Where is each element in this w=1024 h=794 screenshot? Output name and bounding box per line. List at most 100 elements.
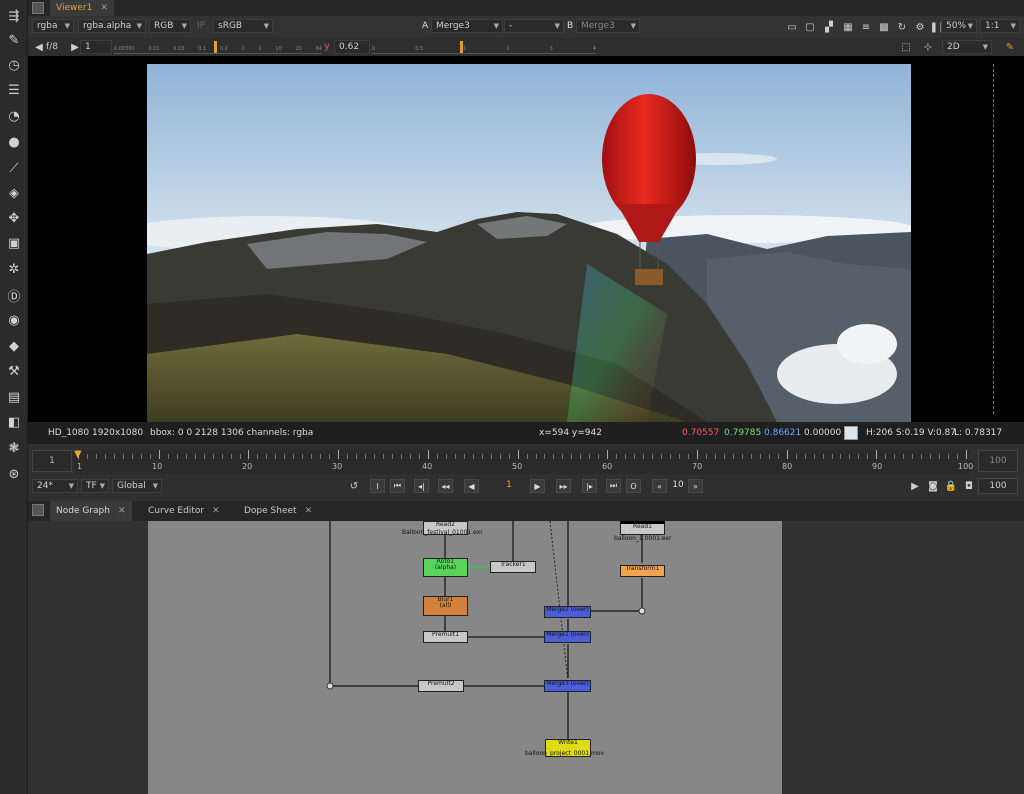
node-merge2[interactable]: Merge2 (over)	[544, 606, 591, 618]
skip-forward-icon[interactable]: »	[688, 479, 703, 493]
out-point-icon[interactable]: O	[626, 479, 641, 493]
next-frame-icon[interactable]: ▸▸	[556, 479, 571, 493]
end-frame-out-field[interactable]: 100	[978, 478, 1018, 494]
draw-icon[interactable]: ✎	[4, 30, 24, 50]
playhead[interactable]: ▼	[74, 450, 84, 464]
plugins-icon[interactable]: ❃	[4, 438, 24, 458]
pane-menu-icon[interactable]	[32, 2, 44, 14]
tab-dope-sheet[interactable]: Dope Sheet ✕	[238, 501, 318, 521]
a-input-select[interactable]: Merge3 ▼	[431, 19, 503, 33]
play-forward-icon[interactable]: ▶	[530, 479, 545, 493]
image-tools-icon[interactable]: ⇶	[4, 6, 24, 26]
node-transform1[interactable]: Transform1	[620, 565, 665, 577]
prev-frame-icon[interactable]: ◂◂	[438, 479, 453, 493]
lut-select[interactable]: sRGB ▼	[213, 19, 273, 33]
paint-brush-icon[interactable]: ✎	[1004, 41, 1016, 53]
pane-menu-icon[interactable]	[32, 504, 44, 516]
node-roto1[interactable]: Roto1 (alpha)	[423, 558, 468, 577]
play-backward-icon[interactable]: ◀	[464, 479, 479, 493]
toolsets-icon[interactable]: ⚒	[4, 361, 24, 381]
in-point-icon[interactable]: I	[370, 479, 385, 493]
start-frame-field[interactable]: 1	[32, 450, 72, 472]
node-merge1[interactable]: Merge1 (over)	[544, 631, 591, 643]
view-mode-select[interactable]: 2D ▼	[942, 40, 992, 54]
frame-increment-field[interactable]: 10	[670, 480, 686, 490]
node-tracker1[interactable]: Tracker1	[490, 561, 536, 573]
zoom-select[interactable]: 50% ▼	[941, 19, 977, 33]
node-premult1[interactable]: Premult1	[423, 631, 468, 643]
wipe-icon[interactable]: ≡	[860, 21, 872, 33]
gain-up-icon[interactable]: ▶	[70, 41, 80, 53]
skip-back-icon[interactable]: «	[652, 479, 667, 493]
display-channel-select[interactable]: RGB ▼	[149, 19, 191, 33]
dot-node[interactable]	[326, 682, 334, 690]
channel-select[interactable]: rgba ▼	[32, 19, 74, 33]
ratio-select[interactable]: 1:1 ▼	[980, 19, 1020, 33]
first-frame-icon[interactable]: ⏮	[390, 479, 405, 493]
fstop-value[interactable]: f/8	[46, 42, 58, 52]
transform-icon[interactable]: ✥	[4, 208, 24, 228]
node-graph-canvas[interactable]: Read2 Balloon_festival_01001.exr Read1 b…	[148, 521, 782, 794]
node-blur1[interactable]: Blur1 (all)	[423, 596, 468, 616]
keyer-icon[interactable]: ⟋	[4, 158, 24, 178]
metadata-icon[interactable]: ◆	[4, 336, 24, 356]
fps-select[interactable]: 24* ▼	[32, 479, 78, 493]
merge-icon[interactable]: ◈	[4, 183, 24, 203]
frame-field[interactable]: 1	[80, 40, 112, 54]
node-premult2[interactable]: Premult2	[418, 680, 464, 692]
close-icon[interactable]: ✕	[100, 3, 108, 13]
b-input-select[interactable]: Merge3 ▼	[576, 19, 640, 33]
lock-icon[interactable]: 🔒	[944, 479, 958, 493]
flipbook-icon[interactable]: ▶	[908, 479, 922, 493]
gamma-field[interactable]: 0.62	[334, 40, 370, 54]
nuke-logo-icon[interactable]: ⊛	[4, 464, 24, 484]
channel-icon[interactable]: ☰	[4, 80, 24, 100]
color-icon[interactable]: ◔	[4, 106, 24, 126]
safe-area-icon[interactable]: ▢	[804, 21, 816, 33]
3d-icon[interactable]: ▣	[4, 233, 24, 253]
roi-icon[interactable]: ▭	[786, 21, 798, 33]
gain-slider[interactable]: 0.00390 0.01 0.03 0.1 0.2 1 2 10 20 64	[114, 41, 322, 54]
ip-toggle[interactable]: IP	[197, 21, 205, 31]
current-frame-field[interactable]: 1	[494, 480, 524, 490]
node-merge3[interactable]: Merge3 (over)	[544, 680, 591, 692]
loop-icon[interactable]: ↺	[346, 479, 362, 493]
region-icon[interactable]: ⬚	[900, 41, 912, 53]
downscale-icon[interactable]: ▦	[842, 21, 854, 33]
close-icon[interactable]: ✕	[118, 506, 126, 516]
render-icon[interactable]: ◙	[926, 479, 940, 493]
camera-icon[interactable]: ◘	[962, 479, 976, 493]
last-frame-icon[interactable]: ⏭	[606, 479, 621, 493]
close-icon[interactable]: ✕	[305, 506, 313, 516]
views-icon[interactable]: ◉	[4, 310, 24, 330]
filter-icon[interactable]: ●	[4, 132, 24, 152]
proxy-icon[interactable]: ▞	[823, 21, 835, 33]
clipping-icon[interactable]: ▩	[878, 21, 890, 33]
tab-curve-editor[interactable]: Curve Editor ✕	[142, 501, 226, 521]
particles-icon[interactable]: ✲	[4, 259, 24, 279]
timeline-ruler[interactable]: 1 10 20 30 40 50 60 70 80 90 100 ▼	[74, 450, 973, 474]
alpha-channel-select[interactable]: rgba.alpha ▼	[78, 19, 146, 33]
range-scope-select[interactable]: Global ▼	[112, 479, 162, 493]
viewer-image[interactable]	[147, 64, 911, 422]
dot-node[interactable]	[638, 607, 646, 615]
close-icon[interactable]: ✕	[212, 506, 220, 516]
next-keyframe-icon[interactable]: |▸	[582, 479, 597, 493]
tf-select[interactable]: TF ▼	[81, 479, 109, 493]
furnace-icon[interactable]: ◧	[4, 412, 24, 432]
axis-icon[interactable]: ⊹	[922, 41, 934, 53]
time-icon[interactable]: ◷	[4, 55, 24, 75]
tab-node-graph[interactable]: Node Graph ✕	[50, 501, 132, 521]
prev-keyframe-icon[interactable]: ◂|	[414, 479, 429, 493]
other-icon[interactable]: ▤	[4, 387, 24, 407]
tab-viewer1[interactable]: Viewer1 ✕	[50, 0, 114, 16]
timeline-tick	[383, 454, 384, 459]
gamma-slider[interactable]: 0 0.5 1 2 3 4	[372, 41, 596, 54]
node-read1[interactable]: Read1	[620, 521, 665, 535]
refresh-icon[interactable]: ↻	[896, 21, 908, 33]
compare-op-select[interactable]: - ▼	[504, 19, 564, 33]
deep-icon[interactable]: Ⓓ	[4, 285, 24, 305]
gain-down-icon[interactable]: ◀	[34, 41, 44, 53]
end-frame-field[interactable]: 100	[978, 450, 1018, 472]
gear-icon[interactable]: ⚙	[914, 21, 926, 33]
